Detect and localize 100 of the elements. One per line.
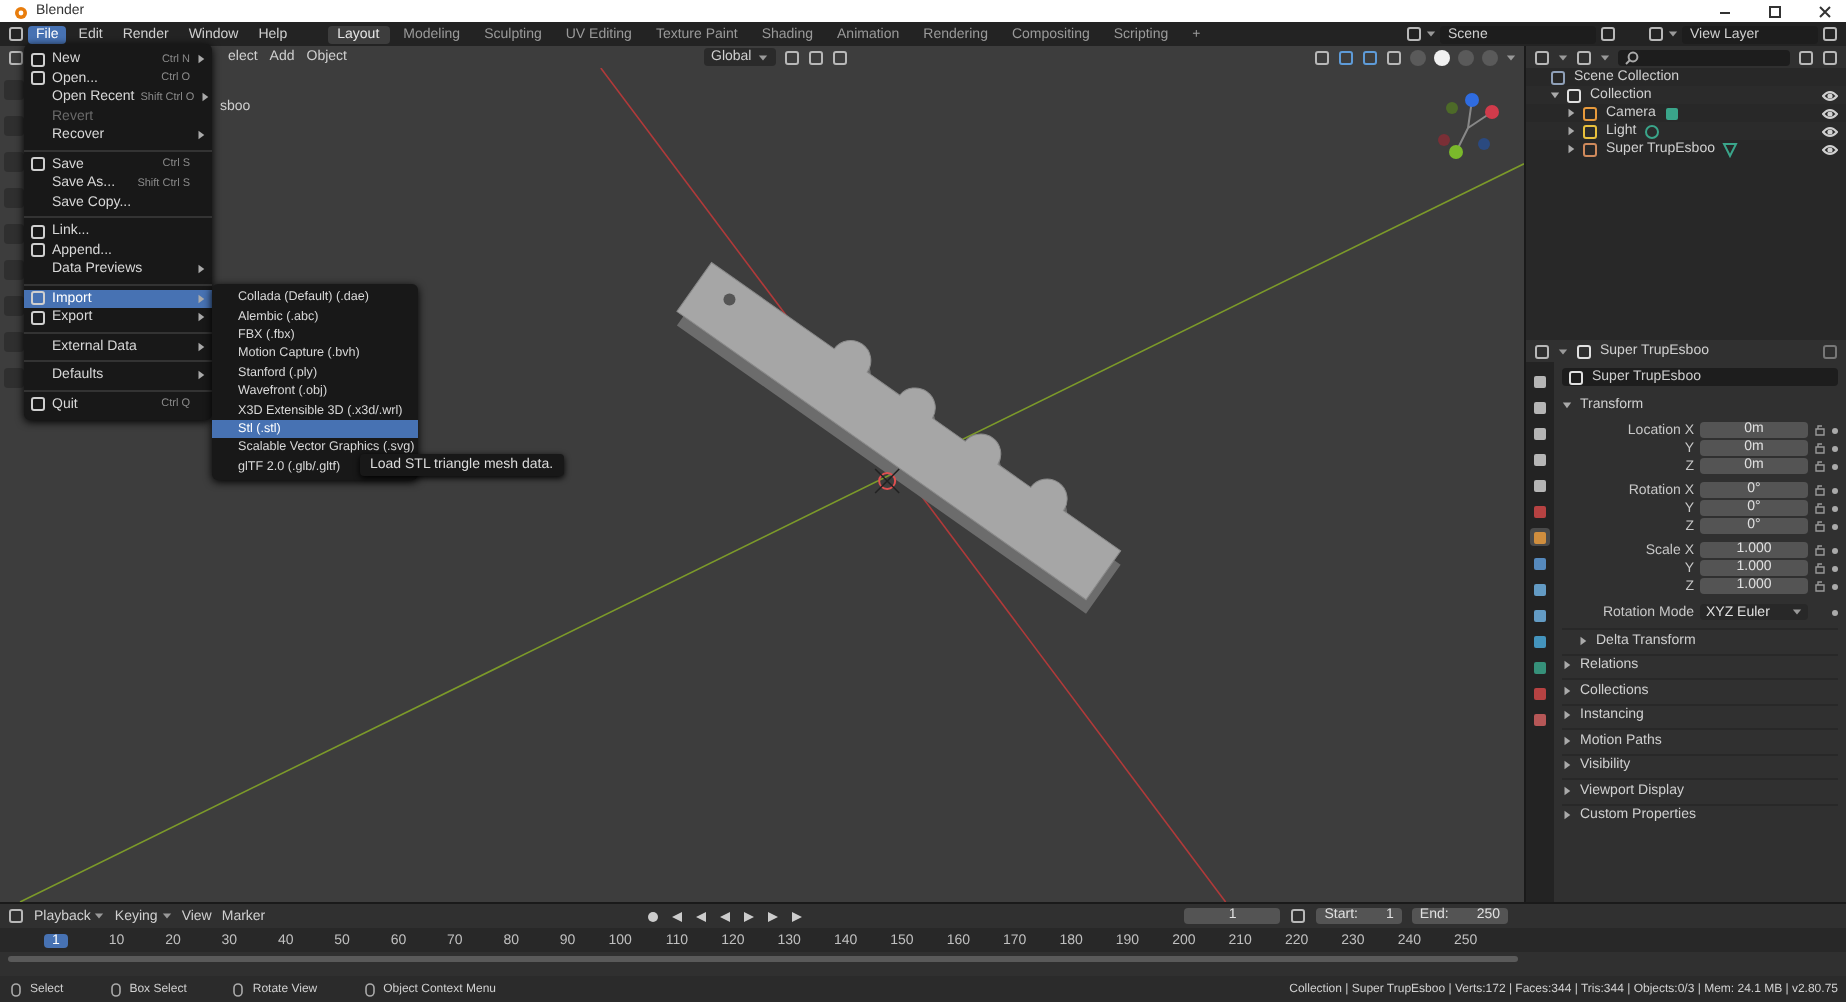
properties-tab[interactable] xyxy=(1530,580,1550,598)
close-icon[interactable] xyxy=(1816,3,1834,19)
search-icon xyxy=(1624,49,1640,65)
caret-icon xyxy=(757,53,768,61)
submenu-arrow-icon xyxy=(196,130,206,141)
keyframe-dot-icon[interactable] xyxy=(1832,583,1838,589)
filter-mode-icon[interactable] xyxy=(1576,49,1592,65)
submenu-arrow-icon xyxy=(200,92,211,103)
collection-icon xyxy=(1566,87,1582,103)
display-mode-icon[interactable] xyxy=(1534,49,1550,65)
editor-type-icon[interactable] xyxy=(1534,343,1550,359)
pin-icon[interactable] xyxy=(1822,343,1838,359)
new-scene-icon[interactable] xyxy=(1600,26,1616,42)
keyframe-dot-icon[interactable] xyxy=(1832,565,1838,571)
previous-keyframe-icon[interactable] xyxy=(693,909,708,923)
keyframe-dot-icon[interactable] xyxy=(1832,487,1838,493)
mesh-icon xyxy=(1582,141,1598,157)
xray-icon[interactable] xyxy=(1386,49,1402,65)
camera-icon xyxy=(1582,105,1598,121)
collapse-arrow-icon[interactable] xyxy=(1562,710,1572,721)
visibility-eye-icon[interactable] xyxy=(1822,141,1838,157)
keyframe-dot-icon[interactable] xyxy=(1832,523,1838,529)
gizmo-toggle-icon[interactable] xyxy=(1338,49,1354,65)
collapse-arrow-icon[interactable] xyxy=(1562,685,1572,696)
properties-tab[interactable] xyxy=(1530,528,1550,546)
expand-arrow-icon[interactable] xyxy=(1562,399,1572,409)
visibility-eye-icon[interactable] xyxy=(1822,123,1838,139)
properties-tab[interactable] xyxy=(1530,606,1550,624)
editor-type-icon[interactable] xyxy=(8,908,24,924)
properties-tab[interactable] xyxy=(1530,450,1550,468)
pivot-icon[interactable] xyxy=(783,49,800,65)
keyframe-dot-icon[interactable] xyxy=(1832,427,1838,433)
snap-icon[interactable] xyxy=(807,49,824,65)
origin-icon xyxy=(874,468,900,494)
caret-icon xyxy=(1792,608,1802,616)
keyframe-dot-icon[interactable] xyxy=(1832,505,1838,511)
submenu-arrow-icon xyxy=(196,264,206,275)
clock-icon[interactable] xyxy=(1290,908,1307,924)
properties-tab[interactable] xyxy=(1530,632,1550,650)
caret-icon xyxy=(1668,30,1678,38)
jump-end-icon[interactable] xyxy=(789,909,804,923)
light-icon xyxy=(1582,123,1598,139)
visibility-eye-icon[interactable] xyxy=(1822,105,1838,121)
maximize-icon[interactable] xyxy=(1766,3,1784,19)
lock-icon[interactable] xyxy=(1814,580,1826,592)
proportional-edit-icon[interactable] xyxy=(831,49,848,65)
lock-icon[interactable] xyxy=(1814,484,1826,496)
caret-icon xyxy=(1558,347,1568,355)
new-collection-icon[interactable] xyxy=(1822,49,1838,65)
scrollbar[interactable] xyxy=(8,956,1518,962)
caret-icon xyxy=(161,912,172,920)
collapse-arrow-icon[interactable] xyxy=(1562,760,1572,771)
play-reverse-icon[interactable] xyxy=(717,909,732,923)
collapse-arrow-icon[interactable] xyxy=(1562,660,1572,671)
shading-mode-button[interactable] xyxy=(1434,49,1450,65)
new-view-layer-icon[interactable] xyxy=(1822,26,1838,42)
keyframe-dot-icon[interactable] xyxy=(1832,547,1838,553)
filter-icon[interactable] xyxy=(1798,49,1814,65)
scene-icon[interactable] xyxy=(1406,26,1422,42)
keyframe-dot-icon[interactable] xyxy=(1832,609,1838,615)
lock-icon[interactable] xyxy=(1814,442,1826,454)
collapse-arrow-icon[interactable] xyxy=(1562,735,1572,746)
mouse-icon xyxy=(230,981,247,997)
properties-tab[interactable] xyxy=(1530,476,1550,494)
caret-icon xyxy=(1426,30,1436,38)
properties-tab[interactable] xyxy=(1530,658,1550,676)
collapse-arrow-icon[interactable] xyxy=(1562,810,1572,821)
submenu-arrow-icon xyxy=(196,341,206,352)
properties-tab[interactable] xyxy=(1530,554,1550,572)
lock-icon[interactable] xyxy=(1814,520,1826,532)
properties-tab[interactable] xyxy=(1530,424,1550,442)
record-icon[interactable] xyxy=(645,909,660,923)
jump-start-icon[interactable] xyxy=(669,909,684,923)
collapse-arrow-icon[interactable] xyxy=(1562,785,1572,796)
properties-tab[interactable] xyxy=(1530,710,1550,728)
mouse-icon xyxy=(361,981,378,997)
lock-icon[interactable] xyxy=(1814,460,1826,472)
scene-collection-icon xyxy=(1550,69,1566,85)
menu-item-icon xyxy=(30,156,46,173)
lock-icon[interactable] xyxy=(1814,424,1826,436)
keyframe-dot-icon[interactable] xyxy=(1832,445,1838,451)
lock-icon[interactable] xyxy=(1814,502,1826,514)
search-field[interactable] xyxy=(1618,49,1790,65)
view-layer-icon[interactable] xyxy=(1648,26,1664,42)
lock-icon[interactable] xyxy=(1814,562,1826,574)
visibility-icon[interactable] xyxy=(1314,49,1330,65)
axis-gizmo-icon[interactable] xyxy=(1432,92,1504,164)
expand-arrow-icon[interactable] xyxy=(1550,90,1560,100)
properties-tab[interactable] xyxy=(1530,372,1550,390)
next-keyframe-icon[interactable] xyxy=(765,909,780,923)
play-icon[interactable] xyxy=(741,909,756,923)
keyframe-dot-icon[interactable] xyxy=(1832,463,1838,469)
caret-icon xyxy=(94,912,105,920)
lock-icon[interactable] xyxy=(1814,544,1826,556)
data-icon[interactable] xyxy=(1722,141,1739,157)
overlay-icon[interactable] xyxy=(1362,49,1378,65)
collapse-arrow-icon[interactable] xyxy=(1578,635,1588,646)
properties-tab[interactable] xyxy=(1530,398,1550,416)
menu-item-icon xyxy=(30,396,46,413)
visibility-eye-icon[interactable] xyxy=(1822,87,1838,103)
